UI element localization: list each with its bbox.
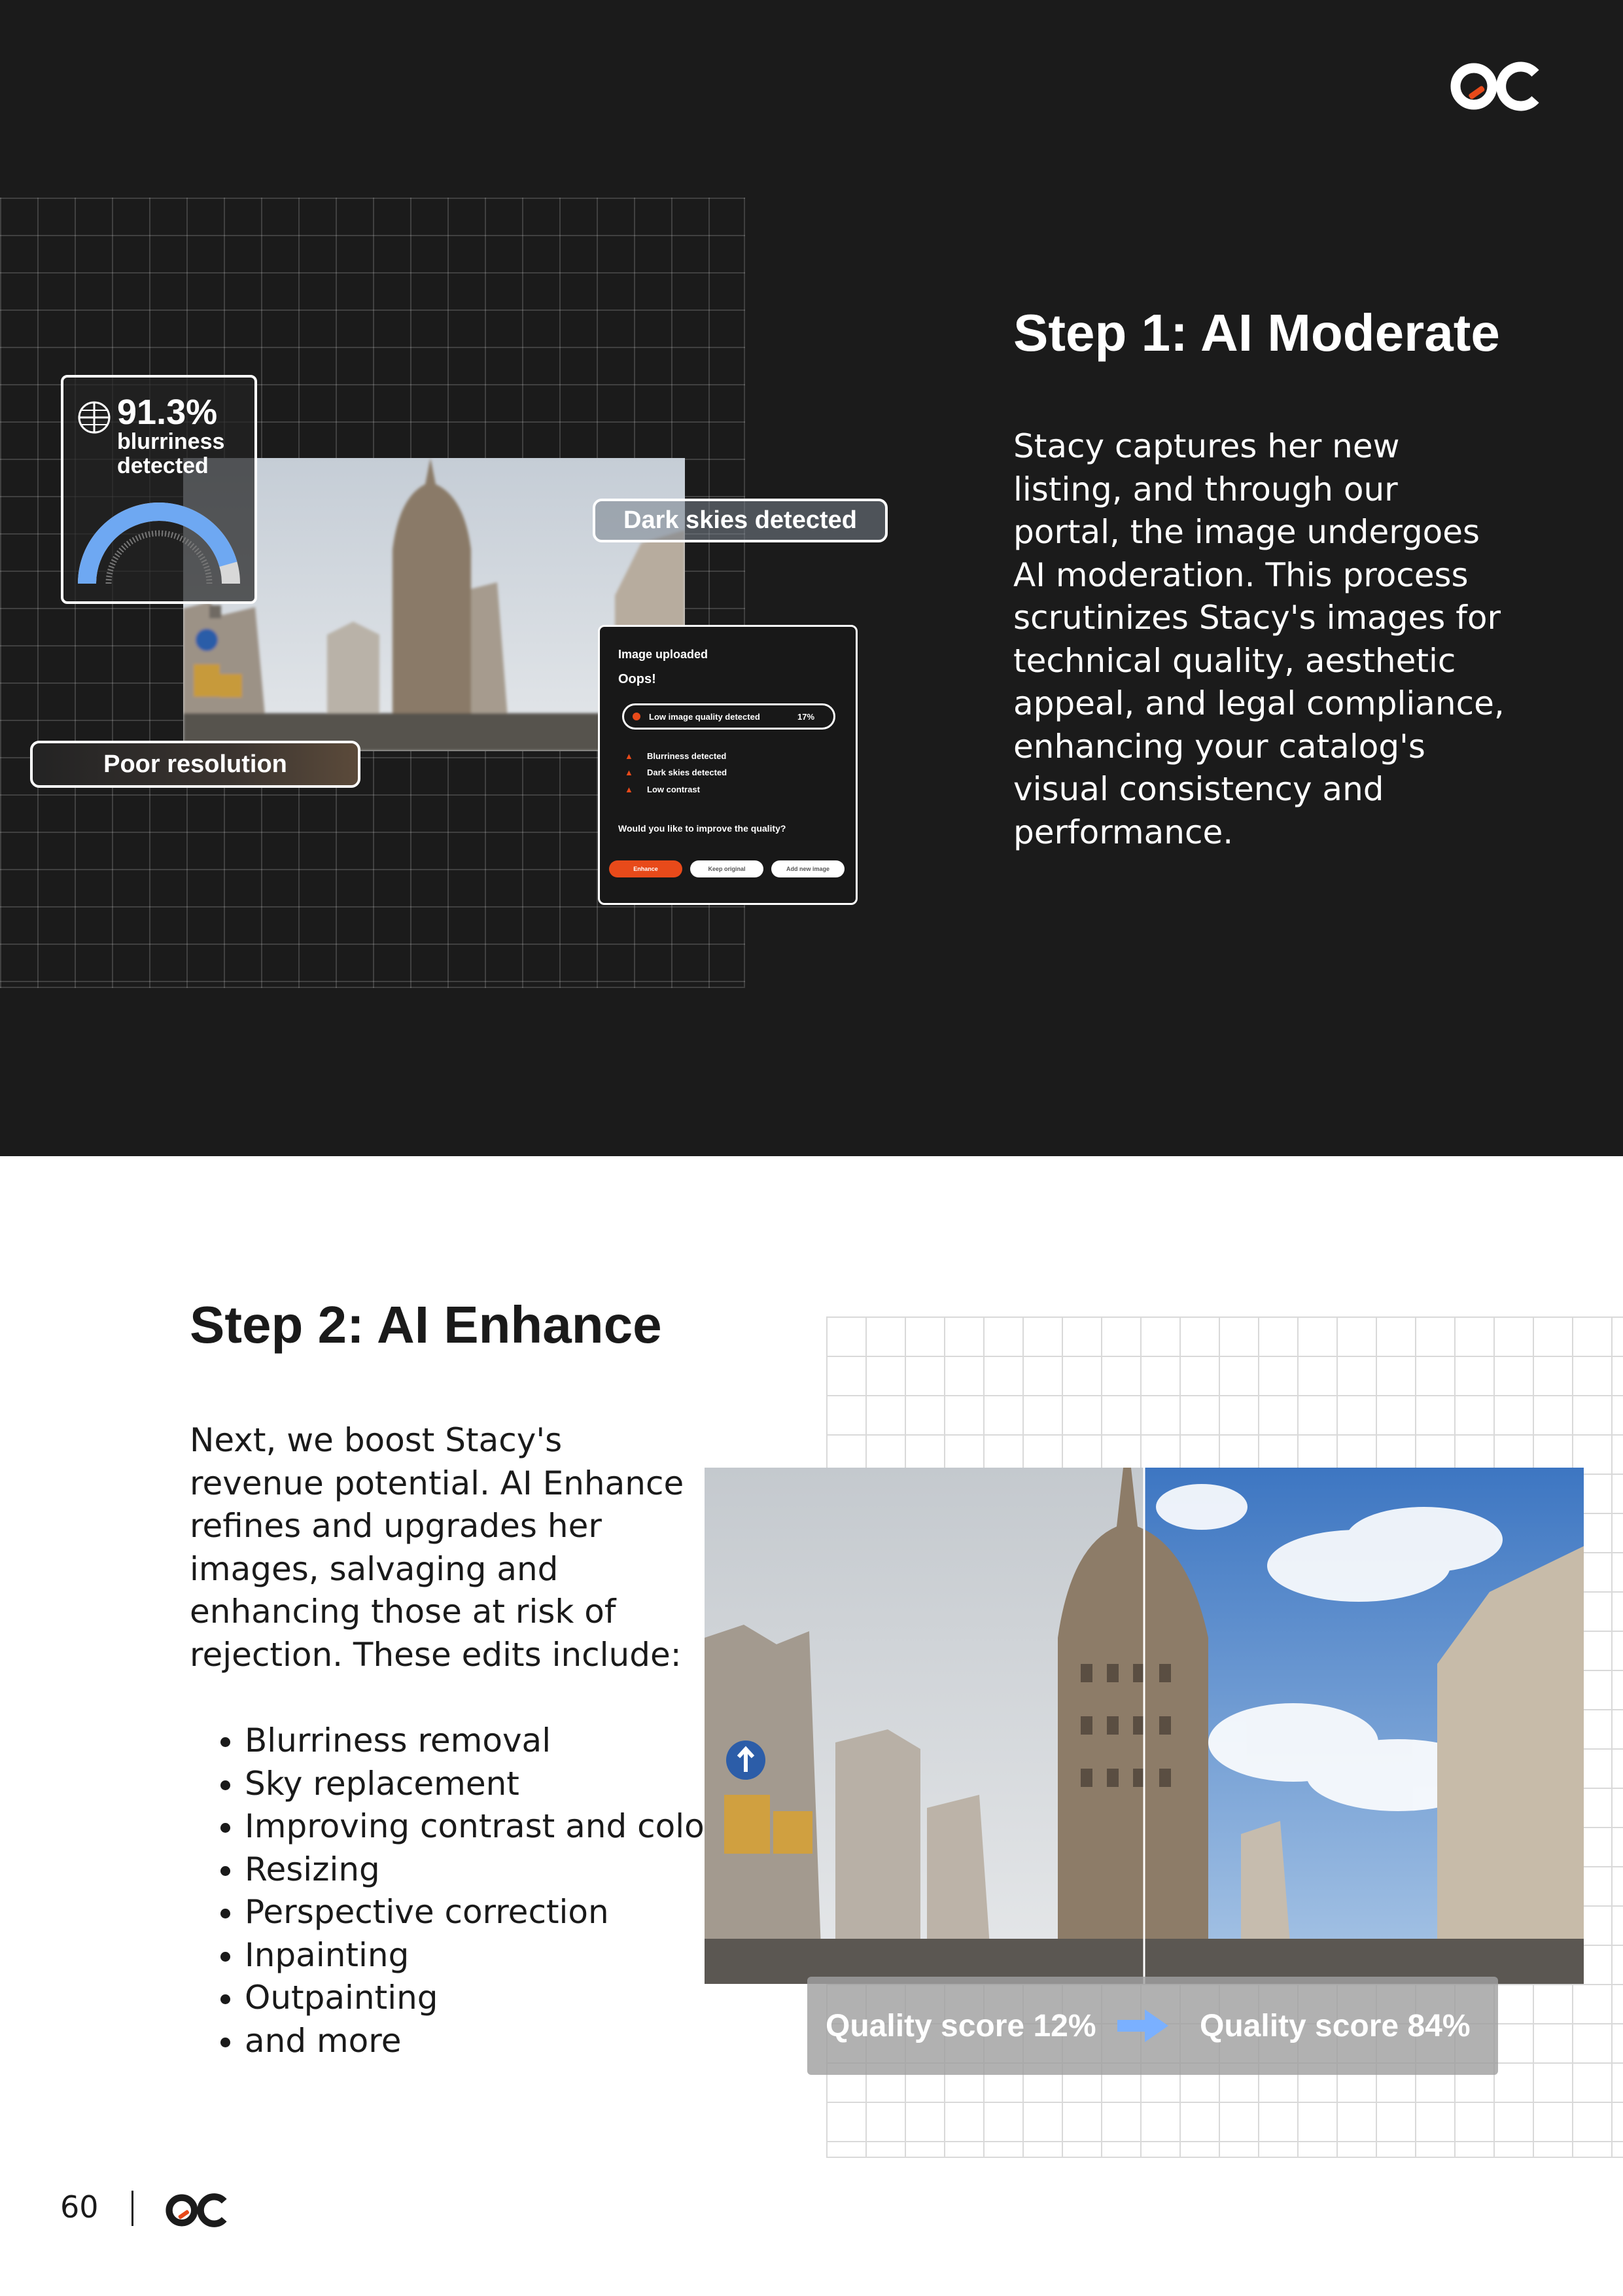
poor-resolution-badge: Poor resolution [30, 741, 360, 788]
edits-list: Blurriness removal Sky replacement Impro… [190, 1720, 755, 2062]
image-upload-dialog: Image uploaded Oops! Low image quality d… [598, 625, 858, 905]
before-after-photo [705, 1468, 1584, 1984]
list-item: Resizing [245, 1848, 755, 1892]
list-item: Inpainting [245, 1934, 755, 1977]
enhance-button[interactable]: Enhance [609, 860, 682, 877]
add-new-image-button[interactable]: Add new image [771, 860, 845, 877]
quality-alert-text: Low image quality detected [649, 712, 760, 722]
list-item: Improving contrast and color [245, 1805, 755, 1848]
quality-score-before: Quality score 12% [826, 2009, 1096, 2043]
blurriness-gauge [78, 503, 240, 584]
issue-item: Blurriness detected [647, 751, 727, 761]
arrow-right-icon [1117, 2009, 1168, 2042]
list-item: Perspective correction [245, 1891, 755, 1934]
quality-score-bar: Quality score 12% Quality score 84% [807, 1977, 1498, 2075]
keep-original-button[interactable]: Keep original [690, 860, 763, 877]
warning-icon: ▲ [625, 751, 633, 761]
footer-divider [131, 2191, 133, 2226]
warning-icon: ▲ [625, 785, 633, 794]
quality-alert-percent: 17% [797, 712, 815, 722]
page-number: 60 [60, 2189, 99, 2225]
alert-icon [633, 713, 640, 720]
list-item: Outpainting [245, 1977, 755, 2020]
globe-icon [78, 401, 111, 434]
dark-skies-badge: Dark skies detected [593, 499, 888, 542]
blurriness-value: 91.3% [117, 393, 218, 432]
step1-body: Stacy captures her new listing, and thro… [1013, 427, 1505, 851]
quality-alert-pill: Low image quality detected 17% [622, 703, 835, 730]
brand-logo-icon [166, 2193, 227, 2227]
issue-item: Low contrast [647, 785, 700, 794]
dialog-title: Image uploaded [618, 648, 708, 661]
list-item: Sky replacement [245, 1763, 755, 1806]
warning-icon: ▲ [625, 768, 633, 777]
dialog-question: Would you like to improve the quality? [618, 823, 786, 834]
blurriness-label: blurriness detected [117, 429, 225, 478]
list-item: and more [245, 2020, 755, 2063]
list-item: Blurriness removal [245, 1720, 755, 1763]
step2-heading: Step 2: AI Enhance [190, 1296, 662, 1354]
blurriness-stat-card: 91.3% blurriness detected [61, 375, 257, 604]
step2-body: Next, we boost Stacy's revenue potential… [190, 1421, 684, 1674]
step1-heading: Step 1: AI Moderate [1013, 304, 1500, 362]
dialog-subtitle: Oops! [618, 672, 656, 686]
issue-item: Dark skies detected [647, 768, 727, 777]
brand-logo-icon [1450, 62, 1539, 111]
quality-score-after: Quality score 84% [1200, 2009, 1471, 2043]
